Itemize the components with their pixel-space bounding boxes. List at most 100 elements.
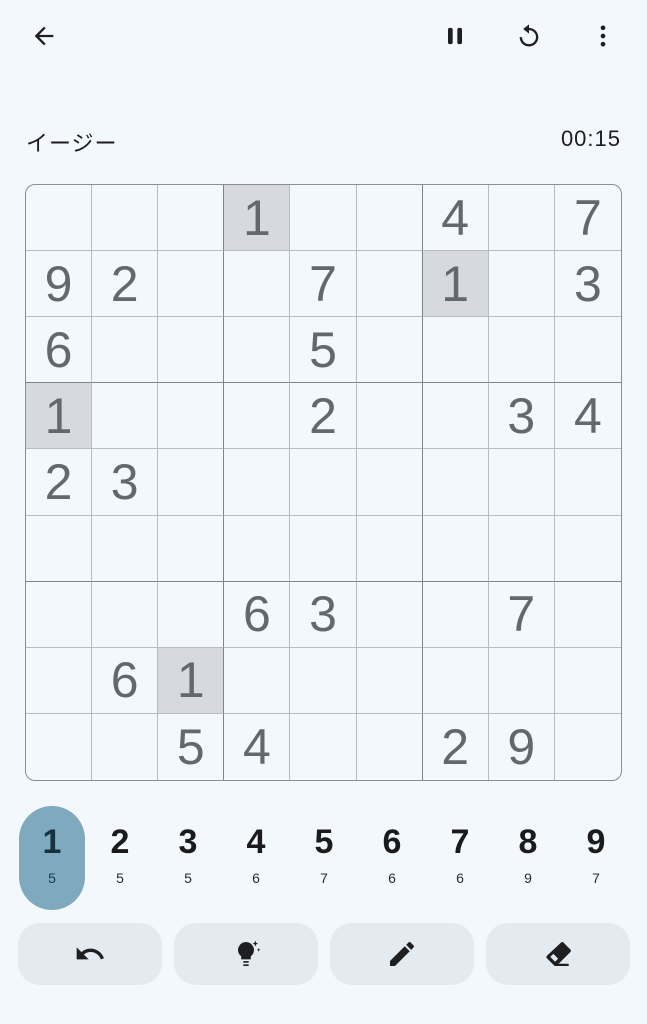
sudoku-cell-r8-c3[interactable]: 1 (158, 647, 225, 714)
sudoku-cell-r1-c3[interactable] (158, 185, 225, 252)
sudoku-cell-r4-c9[interactable]: 4 (554, 383, 621, 450)
sudoku-cell-r8-c2[interactable]: 6 (92, 647, 159, 714)
sudoku-cell-r8-c1[interactable] (26, 647, 93, 714)
sudoku-cell-r7-c8[interactable]: 7 (488, 581, 555, 648)
sudoku-cell-r4-c2[interactable] (92, 383, 159, 450)
sudoku-cell-r9-c7[interactable]: 2 (423, 713, 489, 780)
number-key-6[interactable]: 66 (359, 806, 425, 910)
number-key-2[interactable]: 25 (87, 806, 153, 910)
sudoku-cell-r8-c6[interactable] (356, 647, 423, 714)
sudoku-cell-r5-c4[interactable] (224, 449, 291, 516)
restart-button[interactable] (505, 12, 553, 60)
sudoku-cell-r4-c6[interactable] (356, 383, 423, 450)
sudoku-cell-r6-c9[interactable] (554, 516, 621, 582)
sudoku-cell-r1-c9[interactable]: 7 (554, 185, 621, 252)
sudoku-cell-r6-c3[interactable] (158, 515, 225, 582)
sudoku-cell-r7-c2[interactable] (92, 581, 159, 648)
sudoku-cell-r2-c4[interactable] (224, 251, 291, 318)
sudoku-cell-r9-c1[interactable] (26, 713, 93, 780)
sudoku-cell-r5-c9[interactable] (554, 449, 621, 516)
sudoku-cell-r4-c8[interactable]: 3 (488, 383, 555, 450)
sudoku-cell-r7-c9[interactable] (554, 582, 621, 648)
sudoku-cell-r1-c1[interactable] (26, 185, 93, 252)
sudoku-cell-r8-c9[interactable] (554, 648, 621, 714)
sudoku-cell-r2-c5[interactable]: 7 (290, 251, 357, 318)
sudoku-cell-r5-c5[interactable] (290, 449, 357, 516)
more-options-button[interactable] (579, 12, 627, 60)
sudoku-cell-r3-c1[interactable]: 6 (26, 317, 93, 384)
sudoku-cell-r5-c3[interactable] (158, 449, 225, 516)
sudoku-cell-r7-c6[interactable] (356, 581, 423, 648)
sudoku-cell-r9-c9[interactable] (555, 714, 621, 780)
sudoku-cell-r3-c5[interactable]: 5 (290, 317, 357, 384)
sudoku-cell-r4-c1[interactable]: 1 (26, 383, 93, 450)
number-key-3[interactable]: 35 (155, 806, 221, 910)
sudoku-cell-r1-c5[interactable] (290, 185, 357, 252)
sudoku-cell-r7-c4[interactable]: 6 (224, 581, 291, 648)
pause-button[interactable] (431, 12, 479, 60)
sudoku-cell-r9-c4[interactable]: 4 (224, 713, 291, 780)
sudoku-cell-r4-c5[interactable]: 2 (290, 383, 357, 450)
sudoku-cell-r7-c3[interactable] (158, 581, 225, 648)
sudoku-cell-r1-c7[interactable]: 4 (422, 185, 489, 252)
sudoku-cell-r8-c4[interactable] (224, 647, 291, 714)
sudoku-cell-r3-c8[interactable] (488, 317, 555, 384)
sudoku-cell-r2-c9[interactable]: 3 (554, 251, 621, 318)
sudoku-cell-r2-c2[interactable]: 2 (92, 251, 159, 318)
sudoku-cell-r1-c6[interactable] (356, 185, 423, 252)
hint-button[interactable] (174, 923, 318, 985)
number-key-1[interactable]: 15 (19, 806, 85, 910)
undo-button[interactable] (18, 923, 162, 985)
sudoku-cell-r7-c7[interactable] (422, 581, 489, 648)
sudoku-cell-r5-c6[interactable] (356, 449, 423, 516)
sudoku-cell-r3-c4[interactable] (224, 317, 291, 384)
sudoku-cell-r3-c2[interactable] (92, 317, 159, 384)
number-key-4[interactable]: 46 (223, 806, 289, 910)
sudoku-cell-r1-c8[interactable] (488, 185, 555, 252)
number-key-9[interactable]: 97 (563, 806, 629, 910)
back-button[interactable] (20, 12, 68, 60)
sudoku-cell-r3-c6[interactable] (356, 317, 423, 384)
sudoku-cell-r6-c7[interactable] (422, 515, 489, 582)
sudoku-cell-r9-c3[interactable]: 5 (158, 713, 225, 780)
sudoku-cell-r6-c8[interactable] (488, 515, 555, 582)
sudoku-cell-r9-c8[interactable]: 9 (489, 713, 555, 780)
number-key-5[interactable]: 57 (291, 806, 357, 910)
sudoku-cell-r2-c7[interactable]: 1 (422, 251, 489, 318)
sudoku-cell-r2-c1[interactable]: 9 (26, 251, 93, 318)
sudoku-cell-r6-c4[interactable] (224, 515, 291, 582)
number-key-remaining-count: 6 (456, 870, 464, 886)
sudoku-cell-r4-c7[interactable] (422, 383, 489, 450)
sudoku-cell-r8-c7[interactable] (422, 647, 489, 714)
sudoku-cell-r2-c6[interactable] (356, 251, 423, 318)
sudoku-cell-r6-c2[interactable] (92, 515, 159, 582)
sudoku-cell-r4-c4[interactable] (224, 383, 291, 450)
number-key-8[interactable]: 89 (495, 806, 561, 910)
sudoku-cell-r8-c5[interactable] (290, 647, 357, 714)
sudoku-cell-r1-c2[interactable] (92, 185, 159, 252)
sudoku-cell-r3-c9[interactable] (554, 317, 621, 384)
sudoku-cell-r2-c8[interactable] (488, 251, 555, 318)
sudoku-cell-r5-c1[interactable]: 2 (26, 449, 93, 516)
number-key-digit: 6 (382, 823, 402, 861)
eraser-button[interactable] (486, 923, 630, 985)
sudoku-cell-r6-c5[interactable] (290, 515, 357, 582)
pencil-button[interactable] (330, 923, 474, 985)
sudoku-cell-r1-c4[interactable]: 1 (224, 185, 291, 252)
sudoku-cell-r3-c3[interactable] (158, 317, 225, 384)
number-key-7[interactable]: 76 (427, 806, 493, 910)
sudoku-cell-r5-c7[interactable] (422, 449, 489, 516)
sudoku-cell-r6-c6[interactable] (356, 515, 423, 582)
sudoku-cell-r8-c8[interactable] (488, 647, 555, 714)
sudoku-cell-r7-c1[interactable] (26, 581, 93, 648)
sudoku-cell-r5-c2[interactable]: 3 (92, 449, 159, 516)
sudoku-cell-r3-c7[interactable] (422, 317, 489, 384)
sudoku-cell-r7-c5[interactable]: 3 (290, 581, 357, 648)
sudoku-cell-r2-c3[interactable] (158, 251, 225, 318)
sudoku-cell-r9-c5[interactable] (290, 713, 357, 780)
sudoku-cell-r9-c6[interactable] (357, 713, 423, 780)
sudoku-cell-r5-c8[interactable] (488, 449, 555, 516)
sudoku-cell-r6-c1[interactable] (26, 515, 93, 582)
sudoku-cell-r9-c2[interactable] (92, 713, 159, 780)
sudoku-cell-r4-c3[interactable] (158, 383, 225, 450)
